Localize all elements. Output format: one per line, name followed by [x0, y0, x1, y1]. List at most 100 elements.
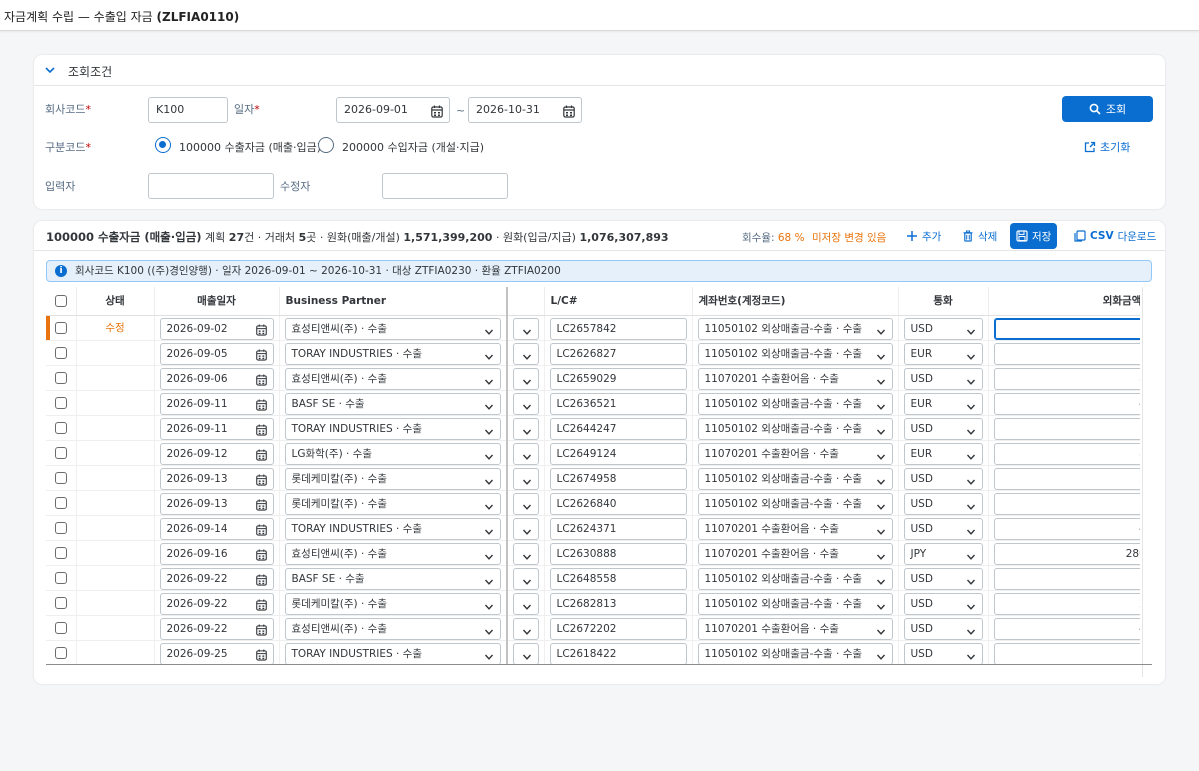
table-row[interactable]: 2026-09-13 롯데케미칼(주) · 수출 LC2674958 11050102…	[46, 465, 1140, 491]
chevron-down-icon[interactable]	[484, 474, 494, 485]
row-amount-input[interactable]: 37000	[993, 467, 1140, 489]
row-partner-select[interactable]: TORAY INDUSTRIES · 수출	[284, 417, 501, 439]
chevron-down-icon[interactable]	[876, 474, 886, 485]
chevron-down-icon[interactable]	[484, 599, 494, 610]
chevron-down-icon[interactable]	[522, 324, 532, 335]
calendar-icon[interactable]	[255, 623, 267, 636]
row-checkbox[interactable]	[54, 346, 67, 359]
search-button[interactable]: 조회	[1062, 96, 1153, 122]
calendar-icon[interactable]	[431, 103, 443, 118]
calendar-icon[interactable]	[255, 473, 267, 486]
row-extra-select[interactable]	[513, 542, 539, 564]
chevron-down-icon[interactable]	[44, 64, 56, 76]
chevron-down-icon[interactable]	[966, 649, 976, 660]
row-extra-select[interactable]	[513, 367, 539, 389]
row-currency-select[interactable]: EUR	[903, 342, 983, 364]
row-amount-input[interactable]: 36000	[993, 492, 1140, 514]
column-header-date[interactable]: 매출일자	[154, 287, 280, 316]
row-lc-input[interactable]: LC2672202	[549, 617, 687, 639]
chevron-down-icon[interactable]	[522, 574, 532, 585]
row-checkbox[interactable]	[54, 621, 67, 634]
vertical-scrollbar[interactable]	[1142, 287, 1150, 677]
chevron-down-icon[interactable]	[484, 574, 494, 585]
row-date-input[interactable]: 2026-09-22	[159, 592, 274, 614]
row-lc-input[interactable]: LC2682813	[549, 592, 687, 614]
row-currency-select[interactable]: USD	[903, 367, 983, 389]
chevron-down-icon[interactable]	[876, 549, 886, 560]
chevron-down-icon[interactable]	[522, 524, 532, 535]
table-row[interactable]: 2026-09-22 BASF SE · 수출 LC2648558 11050102 …	[46, 565, 1140, 591]
row-checkbox[interactable]	[54, 371, 67, 384]
row-extra-select[interactable]	[513, 592, 539, 614]
delete-button[interactable]: 삭제	[958, 225, 1001, 247]
row-extra-select[interactable]	[513, 642, 539, 664]
chevron-down-icon[interactable]	[876, 524, 886, 535]
row-extra-select[interactable]	[513, 392, 539, 414]
row-currency-select[interactable]: EUR	[903, 392, 983, 414]
row-amount-input[interactable]: 80000	[993, 442, 1140, 464]
csv-download-button[interactable]: CSV 다운로드	[1070, 225, 1160, 247]
chevron-down-icon[interactable]	[484, 424, 494, 435]
column-header-currency[interactable]: 통화	[898, 287, 989, 316]
column-header-amount[interactable]: 외화금액(매출	[988, 287, 1140, 316]
chevron-down-icon[interactable]	[484, 399, 494, 410]
chevron-down-icon[interactable]	[484, 524, 494, 535]
chevron-down-icon[interactable]	[876, 624, 886, 635]
row-lc-input[interactable]: LC2618422	[549, 642, 687, 664]
row-currency-select[interactable]: USD	[903, 467, 983, 489]
row-currency-select[interactable]: EUR	[903, 442, 983, 464]
row-amount-input[interactable]: 6000	[993, 342, 1140, 364]
chevron-down-icon[interactable]	[876, 449, 886, 460]
filter-header[interactable]: 조회조건	[34, 55, 1165, 86]
row-account-select[interactable]: 11070201 수출환어음 · 수출	[697, 517, 893, 539]
table-row[interactable]: 2026-09-11 BASF SE · 수출 LC2636521 11050102 …	[46, 390, 1140, 416]
calendar-icon[interactable]	[255, 498, 267, 511]
chevron-down-icon[interactable]	[966, 374, 976, 385]
row-currency-select[interactable]: USD	[903, 517, 983, 539]
row-checkbox[interactable]	[54, 471, 67, 484]
column-header-partner[interactable]: Business Partner	[279, 287, 508, 316]
row-currency-select[interactable]: USD	[903, 592, 983, 614]
row-amount-input[interactable]: 50000	[993, 317, 1140, 339]
save-button[interactable]: 저장	[1010, 223, 1058, 249]
row-account-select[interactable]: 11050102 외상매출금-수출 · 수출	[697, 417, 893, 439]
row-account-select[interactable]: 11050102 외상매출금-수출 · 수출	[697, 642, 893, 664]
row-extra-select[interactable]	[513, 517, 539, 539]
radio-import-funds[interactable]	[318, 137, 334, 153]
date-from-input[interactable]: 2026-09-01	[336, 97, 450, 123]
row-lc-input[interactable]: LC2644247	[549, 417, 687, 439]
row-partner-select[interactable]: 효성티앤씨(주) · 수출	[284, 367, 501, 389]
row-account-select[interactable]: 11070201 수출환어음 · 수출	[697, 367, 893, 389]
calendar-icon[interactable]	[255, 598, 267, 611]
chevron-down-icon[interactable]	[966, 324, 976, 335]
row-checkbox[interactable]	[54, 571, 67, 584]
creator-input[interactable]	[148, 173, 274, 199]
calendar-icon[interactable]	[255, 398, 267, 411]
row-checkbox[interactable]	[54, 496, 67, 509]
row-checkbox[interactable]	[54, 421, 67, 434]
chevron-down-icon[interactable]	[966, 574, 976, 585]
chevron-down-icon[interactable]	[522, 374, 532, 385]
table-row[interactable]: 2026-09-25 TORAY INDUSTRIES · 수출 LC2618422…	[46, 640, 1140, 664]
row-currency-select[interactable]: USD	[903, 492, 983, 514]
row-date-input[interactable]: 2026-09-11	[159, 417, 274, 439]
chevron-down-icon[interactable]	[484, 624, 494, 635]
column-header-lc[interactable]: L/C#	[544, 287, 693, 316]
calendar-icon[interactable]	[255, 448, 267, 461]
row-date-input[interactable]: 2026-09-05	[159, 342, 274, 364]
row-date-input[interactable]: 2026-09-02	[159, 317, 274, 339]
row-checkbox[interactable]	[54, 546, 67, 559]
table-row[interactable]: 2026-09-11 TORAY INDUSTRIES · 수출 LC2644247…	[46, 415, 1140, 441]
row-account-select[interactable]: 11050102 외상매출금-수출 · 수출	[697, 492, 893, 514]
row-date-input[interactable]: 2026-09-06	[159, 367, 274, 389]
row-extra-select[interactable]	[513, 342, 539, 364]
row-account-select[interactable]: 11050102 외상매출금-수출 · 수출	[697, 467, 893, 489]
row-checkbox[interactable]	[54, 521, 67, 534]
chevron-down-icon[interactable]	[484, 449, 494, 460]
calendar-icon[interactable]	[255, 323, 267, 336]
row-extra-select[interactable]	[513, 467, 539, 489]
row-date-input[interactable]: 2026-09-22	[159, 567, 274, 589]
row-partner-select[interactable]: BASF SE · 수출	[284, 392, 501, 414]
table-row[interactable]: 2026-09-12 LG화학(주) · 수출 LC2649124 11070201 …	[46, 440, 1140, 466]
date-to-input[interactable]: 2026-10-31	[468, 97, 582, 123]
